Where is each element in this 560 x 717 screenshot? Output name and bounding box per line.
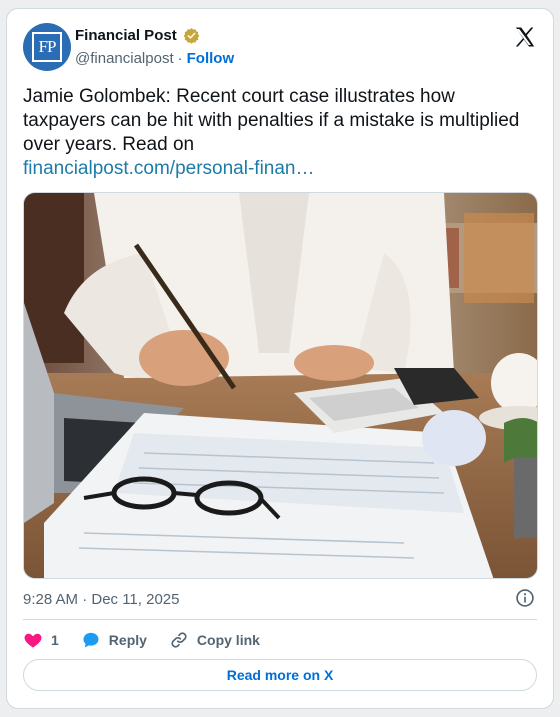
author-handle[interactable]: @financialpost xyxy=(75,50,174,67)
avatar[interactable]: FP xyxy=(23,23,71,71)
read-more-button[interactable]: Read more on X xyxy=(23,659,537,691)
reply-bubble-icon xyxy=(83,632,99,648)
likes-count: 1 xyxy=(51,632,59,648)
copy-link-label: Copy link xyxy=(196,632,260,648)
tweet-image[interactable] xyxy=(23,192,538,579)
link-chain-icon xyxy=(171,632,187,648)
copy-link-button[interactable]: Copy link xyxy=(169,630,260,650)
divider xyxy=(23,619,537,620)
actions-bar: 1 Reply Copy link xyxy=(23,628,282,652)
info-icon[interactable] xyxy=(515,588,535,608)
x-logo-icon[interactable] xyxy=(513,25,537,49)
avatar-logo: FP xyxy=(32,32,62,62)
tweet-link[interactable]: financialpost.com/personal-finan… xyxy=(23,158,315,179)
author-name[interactable]: Financial Post xyxy=(75,27,177,44)
separator-dot: · xyxy=(177,50,183,67)
tweet-timestamp[interactable]: 9:28 AM · Dec 11, 2025 xyxy=(23,591,179,608)
tweet-text: Jamie Golombek: Recent court case illust… xyxy=(23,85,523,181)
tax-paperwork-photo xyxy=(24,193,537,578)
reply-label: Reply xyxy=(108,632,147,648)
like-button[interactable]: 1 xyxy=(23,630,59,650)
reply-button[interactable]: Reply xyxy=(81,630,147,650)
tweet-body: Jamie Golombek: Recent court case illust… xyxy=(23,86,520,155)
verified-badge-icon xyxy=(183,28,200,44)
author-name-row: Financial Post xyxy=(75,27,200,44)
author-handle-row: @financialpost · Follow xyxy=(75,50,234,67)
follow-button[interactable]: Follow xyxy=(187,50,235,67)
embedded-post-card: FP Financial Post @financialpost · Follo… xyxy=(6,8,554,709)
heart-icon xyxy=(24,633,42,648)
